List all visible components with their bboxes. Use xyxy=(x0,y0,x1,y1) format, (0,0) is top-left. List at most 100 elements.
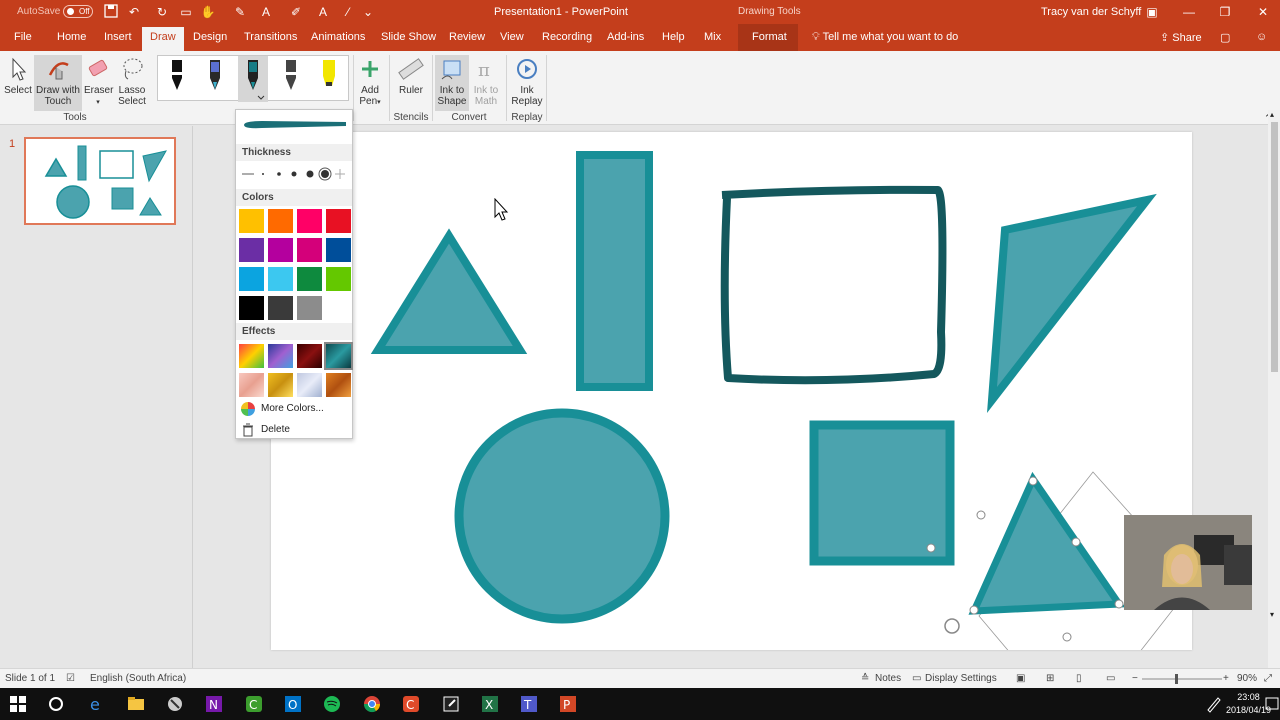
notes-icon[interactable]: ≙ xyxy=(861,673,869,684)
zoom-in-icon[interactable]: + xyxy=(1223,673,1229,684)
close-icon[interactable]: ✕ xyxy=(1254,3,1272,21)
font-color-icon[interactable]: A xyxy=(258,4,274,20)
gold-effect-swatch[interactable] xyxy=(268,373,293,397)
redo-icon[interactable]: ↻ xyxy=(154,4,170,20)
add-pen-button[interactable]: Add Pen▾ xyxy=(356,55,384,107)
color-swatch[interactable] xyxy=(297,267,322,291)
eraser-button[interactable]: Eraser ▾ xyxy=(84,55,113,107)
chrome-icon[interactable] xyxy=(362,694,382,714)
tab-mix[interactable]: Mix xyxy=(704,31,721,43)
pen-workspace-icon[interactable] xyxy=(1204,694,1224,714)
color-swatch[interactable] xyxy=(268,238,293,262)
display-settings-button[interactable]: Display Settings xyxy=(925,673,997,684)
rose-gold-effect-swatch[interactable] xyxy=(239,373,264,397)
zoom-slider[interactable] xyxy=(1142,674,1222,684)
spellcheck-icon[interactable]: ☑ xyxy=(66,673,75,684)
square-shape[interactable] xyxy=(809,420,955,566)
lava-effect-swatch[interactable] xyxy=(297,344,322,368)
tab-transitions[interactable]: Transitions xyxy=(244,31,297,43)
scroll-down-icon[interactable]: ▾ xyxy=(1270,610,1274,619)
line-color-icon[interactable]: ⁄ xyxy=(340,4,356,20)
color-swatch[interactable] xyxy=(239,209,264,233)
color-swatch[interactable] xyxy=(239,296,264,320)
edge-browser-icon[interactable]: e xyxy=(87,694,107,714)
pen-black-icon[interactable] xyxy=(162,56,192,102)
bronze-effect-swatch[interactable] xyxy=(326,373,351,397)
file-explorer-icon[interactable] xyxy=(126,694,146,714)
color-swatch[interactable] xyxy=(268,296,293,320)
cortana-icon[interactable] xyxy=(46,694,66,714)
feedback-smiley-icon[interactable]: ☺ xyxy=(1256,31,1267,43)
select-button[interactable]: Select xyxy=(4,55,32,96)
slide-canvas[interactable] xyxy=(271,132,1194,668)
tab-file[interactable]: File xyxy=(14,31,32,43)
save-icon[interactable] xyxy=(103,4,119,20)
ocean-effect-swatch[interactable] xyxy=(324,342,353,370)
slide-thumbnail[interactable] xyxy=(24,137,176,225)
color-swatch[interactable] xyxy=(239,267,264,291)
share-button[interactable]: ⇪ Share xyxy=(1160,31,1202,44)
highlighter-yellow-icon[interactable] xyxy=(314,56,344,102)
onenote-icon[interactable]: N xyxy=(204,694,224,714)
ink-to-math-button[interactable]: π Ink to Math xyxy=(471,55,501,107)
tab-home[interactable]: Home xyxy=(57,31,86,43)
zoom-level[interactable]: 90% xyxy=(1237,673,1257,684)
reading-view-icon[interactable]: ▯ xyxy=(1076,673,1082,684)
vertical-scrollbar[interactable]: ▴ ▾ xyxy=(1268,110,1280,668)
autosave-toggle[interactable]: Off xyxy=(63,5,93,18)
ink-replay-button[interactable]: Ink Replay xyxy=(511,55,543,107)
color-swatch[interactable] xyxy=(297,238,322,262)
fit-to-window-icon[interactable]: ⤢ xyxy=(1264,673,1272,684)
zoom-out-icon[interactable]: − xyxy=(1132,673,1138,684)
ink-to-shape-button[interactable]: Ink to Shape xyxy=(435,55,469,111)
sticky-notes-icon[interactable] xyxy=(441,694,461,714)
delete-pen-link[interactable]: Delete xyxy=(261,424,290,435)
color-swatch[interactable] xyxy=(326,267,351,291)
font-size-icon[interactable]: A xyxy=(315,4,331,20)
pen-color-icon[interactable]: ✎ xyxy=(232,4,248,20)
ruler-button[interactable]: Ruler xyxy=(395,55,427,96)
scroll-up-icon[interactable]: ▴ xyxy=(1270,110,1274,119)
tab-review[interactable]: Review xyxy=(449,31,485,43)
screen-recorder-icon[interactable]: C xyxy=(401,694,421,714)
tab-draw[interactable]: Draw xyxy=(142,27,184,51)
camtasia-icon[interactable]: C xyxy=(244,694,264,714)
tab-slide-show[interactable]: Slide Show xyxy=(381,31,436,43)
pen-ocean-icon[interactable] xyxy=(238,56,268,102)
slide-sorter-icon[interactable]: ⊞ xyxy=(1046,673,1054,684)
outlook-icon[interactable]: O xyxy=(283,694,303,714)
triangle-shape[interactable] xyxy=(370,228,528,354)
color-swatch[interactable] xyxy=(326,238,351,262)
maximize-icon[interactable]: ❐ xyxy=(1216,3,1234,21)
draw-with-touch-button[interactable]: Draw with Touch xyxy=(34,55,82,111)
comments-icon[interactable]: ▢ xyxy=(1220,31,1230,44)
slideshow-view-icon[interactable]: ▭ xyxy=(1106,673,1115,684)
user-name[interactable]: Tracy van der Schyff xyxy=(1041,6,1141,18)
normal-view-icon[interactable]: ▣ xyxy=(1016,673,1025,684)
silver-effect-swatch[interactable] xyxy=(297,373,322,397)
tab-design[interactable]: Design xyxy=(193,31,227,43)
scrollbar-thumb[interactable] xyxy=(1271,122,1278,372)
touch-mode-icon[interactable]: ✋ xyxy=(200,4,216,20)
tab-insert[interactable]: Insert xyxy=(104,31,132,43)
color-swatch[interactable] xyxy=(268,209,293,233)
language-indicator[interactable]: English (South Africa) xyxy=(90,673,186,684)
notes-button[interactable]: Notes xyxy=(875,673,901,684)
tab-animations[interactable]: Animations xyxy=(311,31,365,43)
tab-add-ins[interactable]: Add-ins xyxy=(607,31,644,43)
color-swatch[interactable] xyxy=(326,296,351,320)
tab-help[interactable]: Help xyxy=(662,31,685,43)
spotify-icon[interactable] xyxy=(322,694,342,714)
highlighter-icon[interactable]: ✐ xyxy=(288,4,304,20)
tall-rectangle-shape[interactable] xyxy=(576,151,653,391)
display-icon[interactable]: ▭ xyxy=(912,673,921,684)
powerpoint-icon[interactable]: P xyxy=(558,694,578,714)
rainbow-effect-swatch[interactable] xyxy=(239,344,264,368)
tab-view[interactable]: View xyxy=(500,31,524,43)
lasso-select-button[interactable]: Lasso Select xyxy=(116,55,148,107)
pen-galaxy-icon[interactable] xyxy=(200,56,230,102)
tab-format[interactable]: Format xyxy=(752,31,787,43)
color-swatch[interactable] xyxy=(297,209,322,233)
ribbon-display-icon[interactable]: ▣ xyxy=(1143,3,1161,21)
circle-shape[interactable] xyxy=(454,408,670,624)
